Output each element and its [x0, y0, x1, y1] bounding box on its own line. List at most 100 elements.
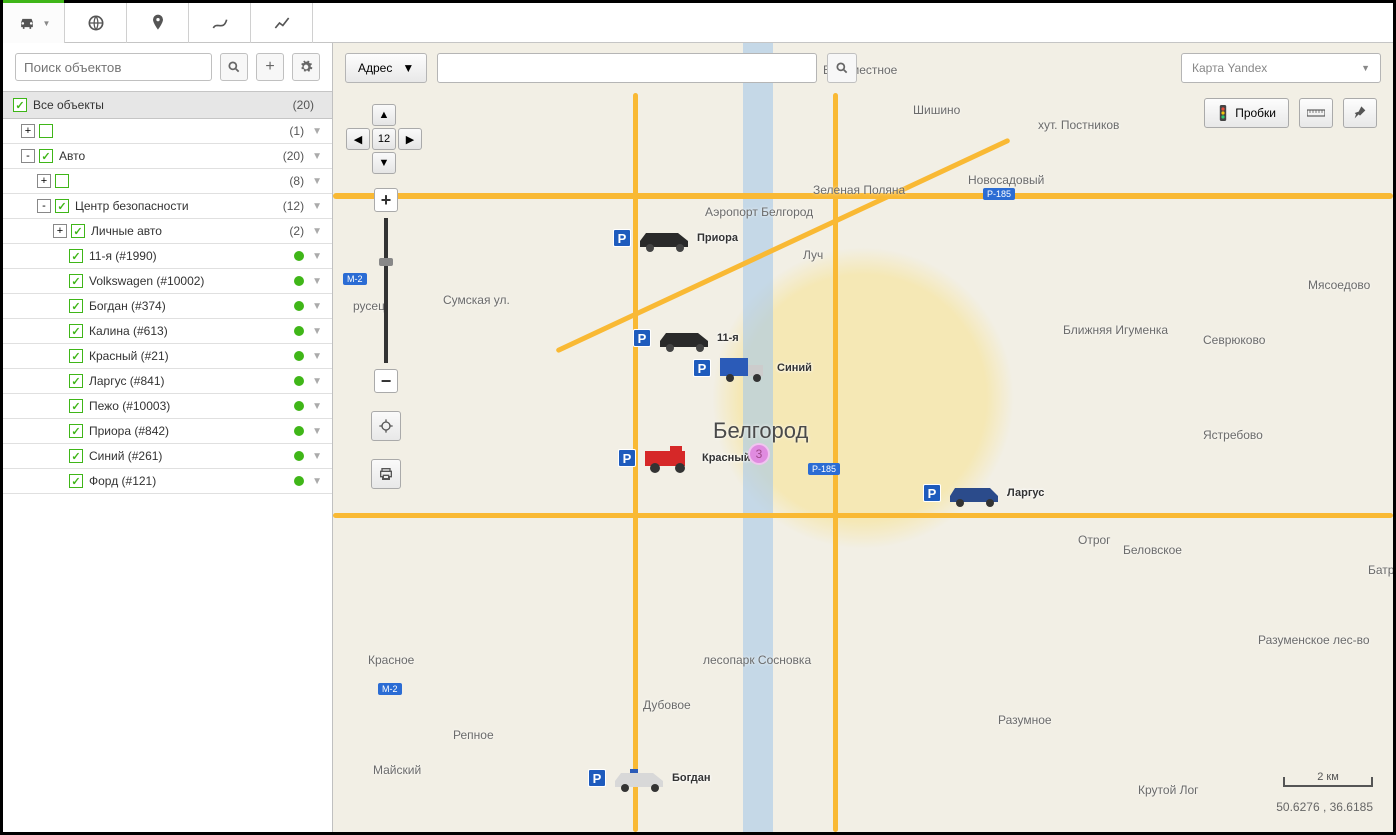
chevron-down-icon[interactable]: ▼ — [312, 401, 322, 412]
chevron-down-icon[interactable]: ▼ — [312, 376, 322, 387]
ruler-button[interactable] — [1299, 98, 1333, 128]
all-label: Все объекты — [33, 98, 293, 112]
status-dot — [294, 476, 304, 486]
checkbox[interactable] — [69, 324, 83, 338]
expander[interactable]: + — [53, 224, 67, 238]
tree-row[interactable]: +Личные авто(2)▼ — [3, 219, 332, 244]
zoom-out[interactable]: − — [374, 369, 398, 393]
add-button[interactable]: + — [256, 53, 284, 81]
checkbox[interactable] — [69, 299, 83, 313]
checkbox[interactable] — [69, 274, 83, 288]
address-input[interactable] — [437, 53, 817, 83]
chevron-down-icon[interactable]: ▼ — [312, 226, 322, 237]
tree-row[interactable]: Богдан (#374)▼ — [3, 294, 332, 319]
expander[interactable]: + — [21, 124, 35, 138]
tree-count: (2) — [289, 224, 304, 238]
print-button[interactable] — [371, 459, 401, 489]
cluster-marker[interactable]: 3 — [748, 443, 770, 465]
tree-row[interactable]: Ларгус (#841)▼ — [3, 369, 332, 394]
nav-down[interactable]: ▼ — [372, 152, 396, 174]
city-label: Дубовое — [643, 698, 691, 712]
nav-right[interactable]: ▶ — [398, 128, 422, 150]
zoom-track[interactable] — [384, 218, 388, 363]
status-dot — [294, 301, 304, 311]
tree-label: Красный (#21) — [89, 349, 294, 363]
status-dot — [294, 451, 304, 461]
tab-places[interactable] — [127, 3, 189, 43]
map[interactable]: СеверныйБеломестноеШишинохут. ПостниковН… — [333, 43, 1393, 832]
all-checkbox[interactable] — [13, 98, 27, 112]
tree-row[interactable]: Форд (#121)▼ — [3, 469, 332, 494]
tree-row[interactable]: Синий (#261)▼ — [3, 444, 332, 469]
city-label: лесопарк Сосновка — [703, 653, 811, 667]
maptype-select[interactable]: Карта Yandex ▼ — [1181, 53, 1381, 83]
checkbox[interactable] — [55, 199, 69, 213]
checkbox[interactable] — [69, 399, 83, 413]
tab-zones[interactable] — [65, 3, 127, 43]
tree-row[interactable]: Приора (#842)▼ — [3, 419, 332, 444]
search-input[interactable] — [15, 53, 212, 81]
search-button[interactable] — [220, 53, 248, 81]
vehicle-marker[interactable]: PСиний — [693, 353, 812, 383]
zoom-in[interactable]: + — [374, 188, 398, 212]
tree-row[interactable]: Красный (#21) ▼ — [3, 344, 332, 369]
tree-row[interactable]: 11-я (#1990)▼ — [3, 244, 332, 269]
checkbox[interactable] — [69, 249, 83, 263]
chevron-down-icon[interactable]: ▼ — [312, 176, 322, 187]
tree-row[interactable]: -Авто(20)▼ — [3, 144, 332, 169]
chevron-down-icon[interactable]: ▼ — [312, 126, 322, 137]
chevron-down-icon[interactable]: ▼ — [312, 326, 322, 337]
nav-up[interactable]: ▲ — [372, 104, 396, 126]
checkbox[interactable] — [69, 424, 83, 438]
clear-button[interactable] — [1343, 98, 1377, 128]
zoom-handle[interactable] — [379, 258, 393, 266]
tree-row[interactable]: Пежо (#10003)▼ — [3, 394, 332, 419]
checkbox[interactable] — [71, 224, 85, 238]
checkbox[interactable] — [55, 174, 69, 188]
tab-vehicles[interactable]: ▼ — [3, 3, 65, 43]
chevron-down-icon[interactable]: ▼ — [312, 301, 322, 312]
chevron-down-icon[interactable]: ▼ — [312, 151, 322, 162]
tree-row[interactable]: Калина (#613)▼ — [3, 319, 332, 344]
chevron-down-icon[interactable]: ▼ — [312, 476, 322, 487]
chevron-down-icon[interactable]: ▼ — [312, 251, 322, 262]
chevron-down-icon[interactable]: ▼ — [312, 426, 322, 437]
checkbox[interactable] — [39, 124, 53, 138]
expander[interactable]: + — [37, 174, 51, 188]
tree-row[interactable]: +(8)▼ — [3, 169, 332, 194]
tab-routes[interactable] — [189, 3, 251, 43]
expander[interactable]: - — [21, 149, 35, 163]
city-label: Ближняя Игуменка — [1063, 323, 1168, 337]
checkbox[interactable] — [69, 374, 83, 388]
checkbox[interactable] — [69, 449, 83, 463]
zoom-control: + − — [371, 188, 401, 489]
chevron-down-icon[interactable]: ▼ — [312, 201, 322, 212]
all-objects-row[interactable]: Все объекты (20) — [3, 91, 332, 119]
top-tabs: ▼ — [3, 3, 1393, 43]
vehicle-marker[interactable]: PКрасный — [618, 443, 750, 473]
address-search-button[interactable] — [827, 53, 857, 83]
chevron-down-icon[interactable]: ▼ — [312, 451, 322, 462]
expander[interactable]: - — [37, 199, 51, 213]
checkbox[interactable] — [69, 349, 83, 363]
tree-label: Центр безопасности — [75, 199, 283, 213]
vehicle-marker[interactable]: P11-я — [633, 323, 739, 353]
globe-icon — [86, 13, 106, 33]
tree-row[interactable]: +(1)▼ — [3, 119, 332, 144]
traffic-button[interactable]: Пробки — [1204, 98, 1289, 128]
checkbox[interactable] — [69, 474, 83, 488]
vehicle-marker[interactable]: PПриора — [613, 223, 738, 253]
locate-button[interactable] — [371, 411, 401, 441]
checkbox[interactable] — [39, 149, 53, 163]
tree-row[interactable]: -Центр безопасности(12)▼ — [3, 194, 332, 219]
chevron-down-icon[interactable]: ▼ — [312, 351, 322, 362]
tab-reports[interactable] — [251, 3, 313, 43]
vehicle-marker[interactable]: PБогдан — [588, 763, 711, 793]
vehicle-marker[interactable]: PЛаргус — [923, 478, 1044, 508]
tree-row[interactable]: Volkswagen (#10002)▼ — [3, 269, 332, 294]
nav-left[interactable]: ◀ — [346, 128, 370, 150]
chevron-down-icon[interactable]: ▼ — [312, 276, 322, 287]
marker-label: Богдан — [672, 772, 711, 784]
address-mode-button[interactable]: Адрес ▼ — [345, 53, 427, 83]
settings-button[interactable] — [292, 53, 320, 81]
